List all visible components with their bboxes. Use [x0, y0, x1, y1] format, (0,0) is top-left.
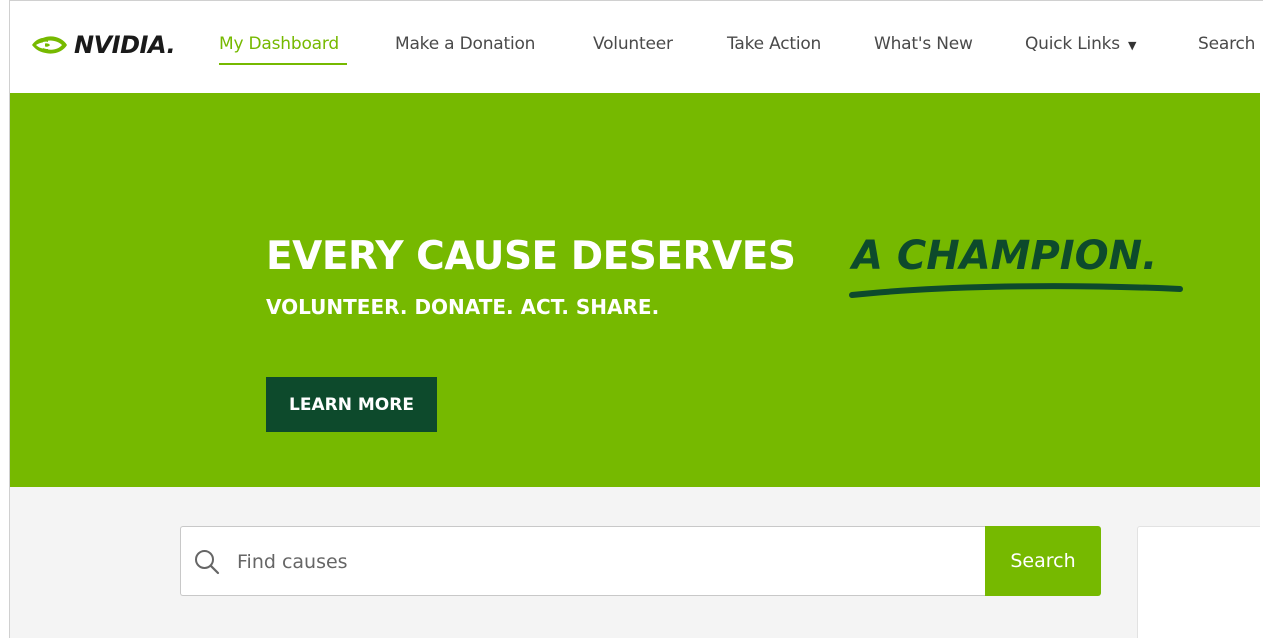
learn-more-button[interactable]: LEARN MORE — [266, 377, 437, 432]
nav-make-a-donation[interactable]: Make a Donation — [395, 33, 535, 55]
hero-subtitle: VOLUNTEER. DONATE. ACT. SHARE. — [266, 295, 660, 319]
hero-banner: EVERY CAUSE DESERVES A CHAMPION. VOLUNTE… — [10, 93, 1260, 487]
search-section: Search — [10, 487, 1263, 638]
nav-take-action[interactable]: Take Action — [727, 33, 821, 55]
nav-volunteer[interactable]: Volunteer — [593, 33, 673, 55]
nav-search[interactable]: Search — [1198, 33, 1255, 55]
caret-down-icon: ▼ — [1127, 39, 1137, 52]
hero-accent-text: A CHAMPION. — [852, 233, 1158, 279]
side-card — [1137, 526, 1263, 638]
search-button[interactable]: Search — [985, 526, 1101, 596]
page-frame: NVIDIA. My Dashboard Make a Donation Vol… — [9, 0, 1263, 638]
search-box — [180, 526, 985, 596]
main-nav: My Dashboard Make a Donation Volunteer T… — [10, 1, 1263, 93]
find-causes-input[interactable] — [237, 545, 937, 579]
hero-title: EVERY CAUSE DESERVES — [266, 234, 796, 279]
active-nav-underline — [219, 63, 347, 65]
brush-underline-icon — [849, 283, 1183, 298]
nav-whats-new[interactable]: What's New — [874, 33, 973, 55]
nav-my-dashboard[interactable]: My Dashboard — [219, 33, 339, 55]
site-header: NVIDIA. My Dashboard Make a Donation Vol… — [10, 1, 1263, 93]
search-icon — [195, 550, 220, 575]
nav-quick-links[interactable]: Quick Links ▼ — [1025, 33, 1136, 57]
nav-quick-links-label: Quick Links — [1025, 34, 1120, 54]
